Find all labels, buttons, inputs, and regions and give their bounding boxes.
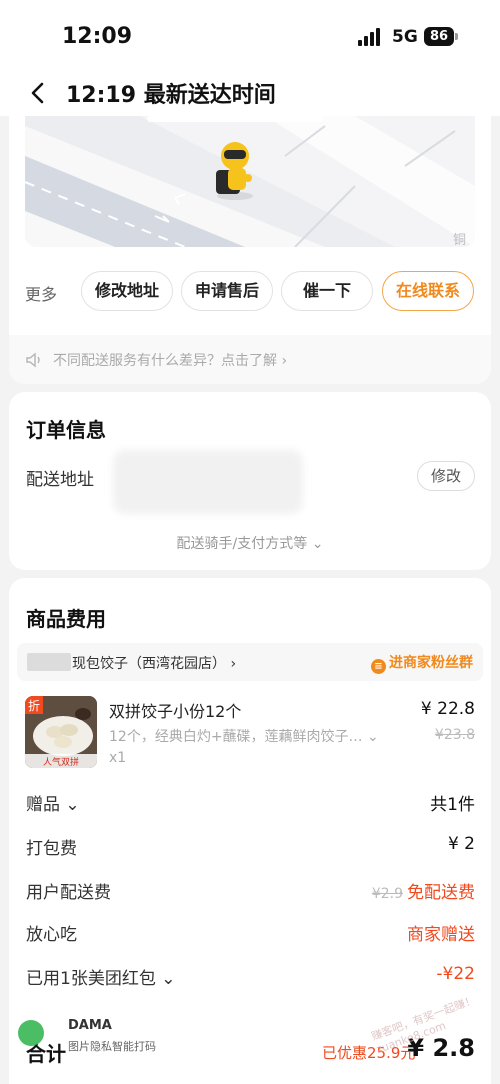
goods-fee-card: 商品费用 现包饺子（西湾花园店） › ≡ 进商家粉丝群 折 人气双拼 双拼饺子小份… [9, 578, 491, 1084]
thumb-caption: 人气双拼 [43, 756, 79, 768]
modify-address-button[interactable]: 修改地址 [81, 271, 173, 311]
fee-value: 共1件 [430, 795, 475, 815]
safe-eat-row: 放心吃 商家赠送 [26, 920, 475, 946]
join-fans-group-link[interactable]: ≡ 进商家粉丝群 [371, 652, 473, 674]
shop-name: 现包饺子（西湾花园店） › [72, 656, 237, 672]
back-icon[interactable] [24, 76, 54, 110]
more-label: 更多 [25, 285, 58, 304]
goods-fee-title: 商品费用 [26, 607, 106, 631]
fee-value: ¥2.9 免配送费 [372, 878, 475, 903]
item-name: 双拼饺子小份12个 [109, 702, 242, 721]
battery-tip [455, 33, 458, 40]
packing-fee-row: 打包费 ¥ 2 [26, 834, 475, 860]
page-title: 12:19 最新送达时间 [66, 83, 276, 108]
contact-online-button[interactable]: 在线联系 [382, 271, 474, 311]
edit-address-button[interactable]: 修改 [417, 461, 475, 491]
shop-row[interactable]: 现包饺子（西湾花园店） › ≡ 进商家粉丝群 [17, 643, 483, 681]
address-label: 配送地址 [26, 470, 94, 490]
address-value-redacted [113, 450, 303, 514]
status-time: 12:09 [62, 24, 133, 49]
fee-label: 打包费 [26, 839, 77, 859]
item-original-price: ¥23.8 [434, 727, 475, 743]
order-info-title: 订单信息 [26, 418, 106, 442]
fee-label: 放心吃 [26, 925, 77, 945]
urge-button[interactable]: 催一下 [281, 271, 373, 311]
status-bar: 12:09 5G 86 [0, 0, 500, 70]
speaker-icon [26, 352, 40, 368]
apply-after-sale-button[interactable]: 申请售后 [181, 271, 273, 311]
fee-value: -¥22 [436, 964, 475, 984]
map-label: 铜 [453, 233, 466, 247]
item-thumbnail[interactable]: 折 人气双拼 [25, 696, 97, 768]
chat-icon: ≡ [371, 659, 386, 674]
shop-name-redacted [27, 653, 71, 671]
red-packet-row[interactable]: 已用1张美团红包 ⌄ -¥22 [26, 964, 475, 990]
delivery-fee-row: 用户配送费 ¥2.9 免配送费 [26, 878, 475, 904]
more-order-info-toggle[interactable]: 配送骑手/支付方式等 ⌄ [9, 533, 491, 553]
item-description[interactable]: 12个，经典白灼+蘸碟，莲藕鲜肉饺子… ⌄ [109, 726, 379, 746]
fee-original: ¥2.9 [371, 886, 403, 902]
nav-bar: 12:19 最新送达时间 [0, 70, 500, 116]
gift-row[interactable]: 赠品 ⌄ 共1件 [26, 790, 475, 816]
watermark-title: DAMA [68, 1018, 112, 1033]
discount-badge: 折 [28, 698, 40, 713]
fee-free: 免配送费 [407, 883, 475, 903]
signal-icon [358, 28, 384, 46]
battery-icon: 86 [424, 27, 454, 46]
fee-value: ¥ 2 [447, 834, 475, 854]
fee-label: 赠品 ⌄ [26, 795, 80, 815]
delivery-card: 铜 更多 修改地址 申请售后 催一下 在线联系 不同配送服务有什么差异？点击了解… [9, 116, 491, 384]
fee-label: 用户配送费 [26, 883, 111, 903]
delivery-notice[interactable]: 不同配送服务有什么差异？点击了解 › [9, 335, 491, 384]
item-quantity: x1 [109, 750, 127, 766]
fee-label: 已用1张美团红包 ⌄ [26, 969, 176, 989]
watermark-logo [18, 1020, 44, 1046]
delivery-map[interactable]: 铜 [25, 116, 475, 247]
watermark-subtitle: 图片隐私智能打码 [68, 1040, 156, 1053]
notice-text: 不同配送服务有什么差异？点击了解 › [53, 353, 288, 369]
action-row: 更多 修改地址 申请售后 催一下 在线联系 [25, 271, 485, 311]
item-price: ¥ 22.8 [420, 699, 475, 719]
fee-value: 商家赠送 [407, 925, 475, 945]
order-info-card: 订单信息 配送地址 修改 配送骑手/支付方式等 ⌄ [9, 392, 491, 570]
network-type: 5G [392, 27, 418, 47]
